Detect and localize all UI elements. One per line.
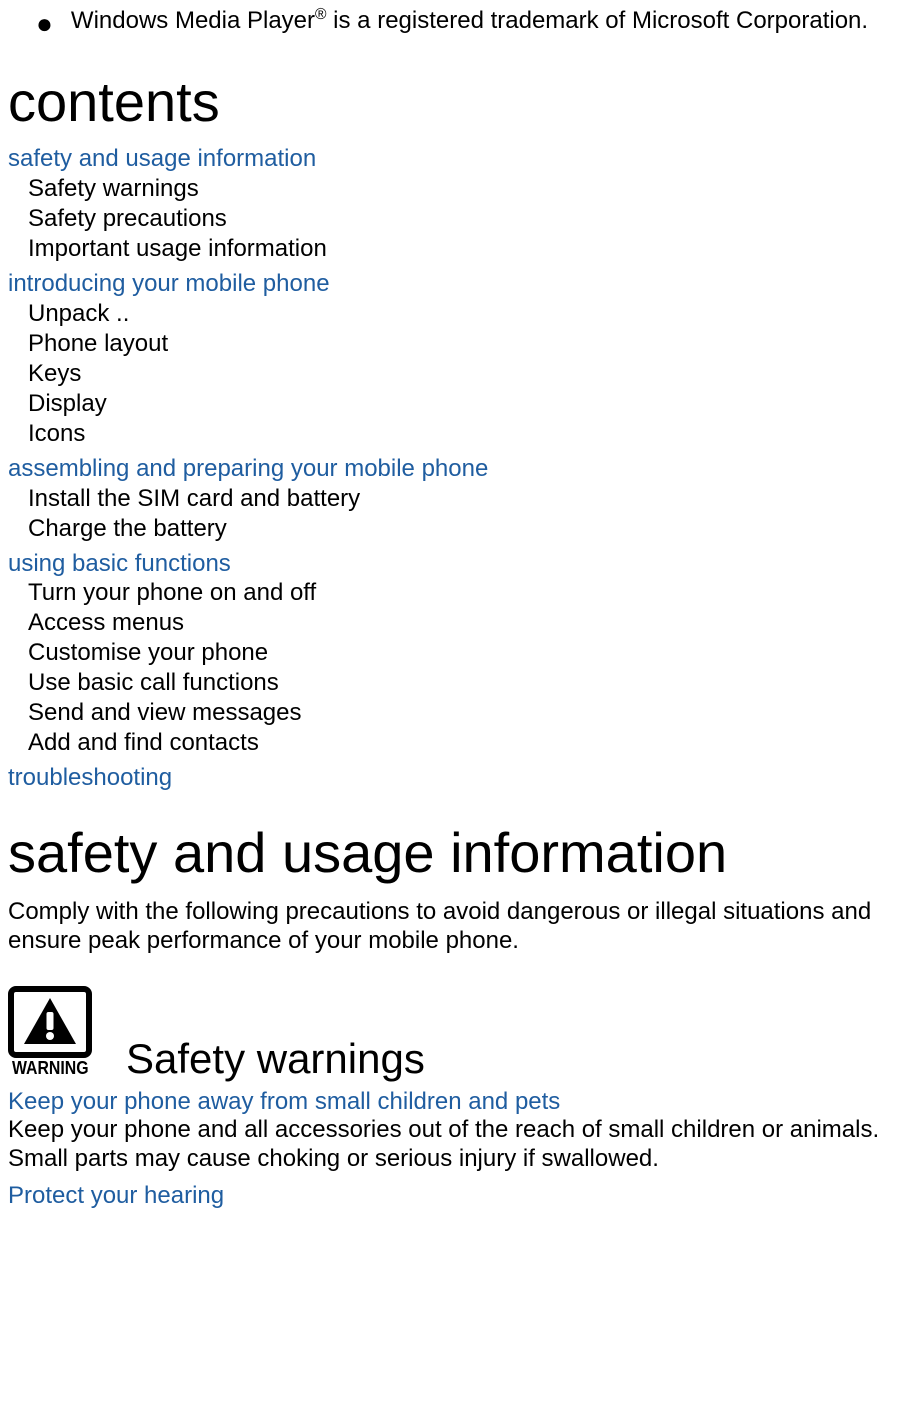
toc-section-basic-functions[interactable]: using basic functions <box>8 550 904 579</box>
safety-usage-heading: safety and usage information <box>8 819 904 886</box>
toc-item[interactable]: Turn your phone on and off <box>28 578 904 608</box>
safety-intro-paragraph: Comply with the following precautions to… <box>8 898 904 956</box>
toc-section-troubleshooting[interactable]: troubleshooting <box>8 764 904 793</box>
toc-item[interactable]: Charge the battery <box>28 514 904 544</box>
safety-warnings-header-row: WARNING Safety warnings <box>8 986 904 1080</box>
toc-item[interactable]: Phone layout <box>28 329 904 359</box>
toc-item[interactable]: Use basic call functions <box>28 668 904 698</box>
toc-item[interactable]: Send and view messages <box>28 698 904 728</box>
safety-warnings-heading: Safety warnings <box>126 1038 425 1080</box>
toc-item[interactable]: Install the SIM card and battery <box>28 484 904 514</box>
warning-label-text: WARNING <box>8 1058 92 1080</box>
keep-away-body: Keep your phone and all accessories out … <box>8 1116 904 1174</box>
toc-item[interactable]: Access menus <box>28 608 904 638</box>
protect-hearing-subheading: Protect your hearing <box>8 1182 904 1211</box>
keep-away-subheading: Keep your phone away from small children… <box>8 1088 904 1117</box>
toc-item[interactable]: Important usage information <box>28 234 904 264</box>
toc-item[interactable]: Icons <box>28 419 904 449</box>
trademark-suffix: is a registered trademark of Microsoft C… <box>327 7 869 34</box>
contents-heading: contents <box>8 68 904 135</box>
toc-item[interactable]: Unpack .. <box>28 299 904 329</box>
trademark-prefix: Windows Media Player <box>71 7 315 34</box>
registered-mark: ® <box>315 6 327 23</box>
toc-section-introducing[interactable]: introducing your mobile phone <box>8 270 904 299</box>
toc-item[interactable]: Add and find contacts <box>28 728 904 758</box>
toc-item[interactable]: Customise your phone <box>28 638 904 668</box>
toc-section-assembling[interactable]: assembling and preparing your mobile pho… <box>8 455 904 484</box>
toc-section-safety[interactable]: safety and usage information <box>8 145 904 174</box>
bullet-icon: ● <box>36 10 53 38</box>
toc-item[interactable]: Display <box>28 389 904 419</box>
trademark-text: Windows Media Player® is a registered tr… <box>71 6 868 36</box>
toc-item[interactable]: Safety precautions <box>28 204 904 234</box>
toc-item[interactable]: Safety warnings <box>28 174 904 204</box>
trademark-note: ● Windows Media Player® is a registered … <box>8 6 904 38</box>
toc-item[interactable]: Keys <box>28 359 904 389</box>
warning-icon: WARNING <box>8 986 104 1080</box>
